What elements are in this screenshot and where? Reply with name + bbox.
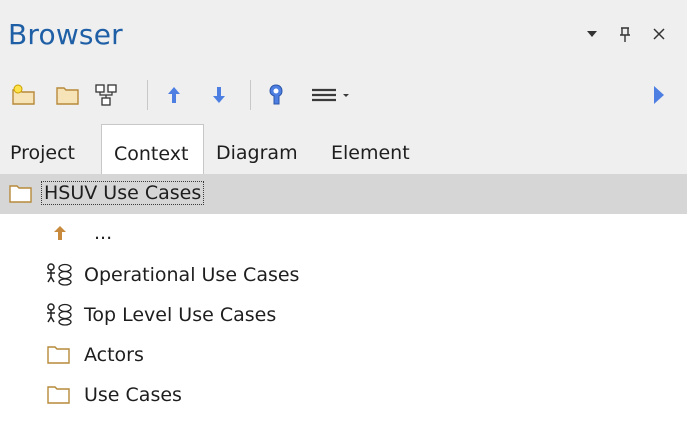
new-diagram-button[interactable] [92,81,120,109]
expand-right-icon [654,86,664,104]
locate-icon [269,84,283,105]
tab-context[interactable]: Context [101,124,204,174]
pin-button[interactable] [618,26,632,49]
folder-icon [9,185,32,203]
locate-button[interactable] [262,81,290,109]
tree-row-top-level-use-cases[interactable]: Top Level Use Cases [0,294,687,334]
close-button[interactable] [652,26,666,46]
tab-element[interactable]: Element [331,122,410,174]
move-up-icon [168,87,180,103]
tree-item-label: Top Level Use Cases [84,304,277,326]
expand-toolbar-button[interactable] [644,81,672,109]
tree-row-operational-use-cases[interactable]: Operational Use Cases [0,254,687,294]
folder-icon [47,386,70,404]
tree-row-root[interactable]: HSUV Use Cases [0,174,687,214]
move-down-button[interactable] [205,81,233,109]
tree-row-parent[interactable]: ... [0,214,687,254]
panel-options-dropdown-button[interactable] [585,26,599,46]
tab-diagram[interactable]: Diagram [216,122,298,174]
menu-icon [312,88,349,102]
use-case-diagram-icon [47,263,72,286]
tree-root-label: HSUV Use Cases [40,181,205,205]
tree-row-actors[interactable]: Actors [0,334,687,374]
tree-item-label: ... [94,222,113,244]
up-arrow-icon [54,226,66,240]
options-menu-button[interactable] [310,81,356,109]
close-icon [653,28,665,40]
chevron-down-icon [587,31,597,37]
move-down-icon [213,87,225,103]
browser-panel: Browser Project Context Diagram Element … [0,0,687,446]
diagram-icon [95,84,117,106]
browser-tabs: Project Context Diagram Element [0,122,687,174]
move-up-button[interactable] [160,81,188,109]
new-folder-button[interactable] [54,81,82,109]
pin-icon [620,27,630,42]
new-package-button[interactable] [10,81,38,109]
new-package-icon [12,84,35,105]
panel-title: Browser [8,18,123,51]
use-case-diagram-icon [47,303,72,326]
tab-project[interactable]: Project [10,122,75,174]
toolbar [0,70,687,122]
title-bar: Browser [0,0,687,70]
toolbar-separator [147,80,148,110]
tree-row-use-cases[interactable]: Use Cases [0,374,687,414]
tree-item-label: Use Cases [84,384,182,406]
toolbar-separator [250,80,251,110]
browser-tree: HSUV Use Cases ... Operational Use Cases [0,174,687,446]
tree-item-label: Actors [84,344,144,366]
folder-icon [47,346,70,364]
folder-icon [56,87,79,105]
tree-item-label: Operational Use Cases [84,264,300,286]
